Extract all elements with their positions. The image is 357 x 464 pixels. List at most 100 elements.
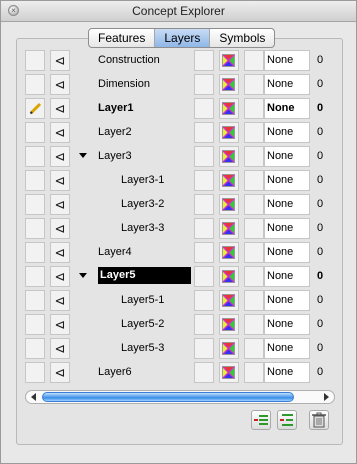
linetype-field[interactable]: None	[264, 218, 310, 239]
color-button[interactable]	[219, 266, 239, 287]
disclosure-triangle-icon[interactable]	[79, 153, 87, 158]
layer-name[interactable]: Layer3-3	[121, 222, 164, 234]
scroll-thumb[interactable]	[42, 392, 294, 402]
layer-name[interactable]: Layer3-2	[121, 198, 164, 210]
current-layer-cell[interactable]	[25, 74, 45, 95]
current-layer-cell[interactable]	[25, 218, 45, 239]
layer-name[interactable]: Layer5-1	[121, 294, 164, 306]
visibility-toggle[interactable]: ⊲	[50, 50, 70, 71]
color-button[interactable]	[219, 194, 239, 215]
current-layer-cell[interactable]	[25, 146, 45, 167]
color-button[interactable]	[219, 314, 239, 335]
linetype-field[interactable]: None	[264, 50, 310, 71]
layer-name[interactable]: Layer1	[98, 102, 133, 114]
color-button[interactable]	[219, 74, 239, 95]
lock-toggle[interactable]	[194, 266, 214, 287]
lock-toggle[interactable]	[194, 314, 214, 335]
lock-toggle[interactable]	[194, 242, 214, 263]
lock-toggle[interactable]	[194, 218, 214, 239]
lock-toggle[interactable]	[194, 50, 214, 71]
layer-name[interactable]: Layer2	[98, 126, 132, 138]
add-sublayer-button[interactable]	[277, 410, 297, 430]
visibility-toggle[interactable]: ⊲	[50, 338, 70, 359]
visibility-toggle[interactable]: ⊲	[50, 266, 70, 287]
color-button[interactable]	[219, 338, 239, 359]
linetype-field[interactable]: None	[264, 314, 310, 335]
linetype-field[interactable]: None	[264, 170, 310, 191]
print-toggle[interactable]	[244, 50, 264, 71]
layer-name[interactable]: Construction	[98, 54, 160, 66]
linetype-field[interactable]: None	[264, 194, 310, 215]
lock-toggle[interactable]	[194, 194, 214, 215]
linetype-field[interactable]: None	[264, 242, 310, 263]
current-layer-cell[interactable]	[25, 314, 45, 335]
color-button[interactable]	[219, 290, 239, 311]
color-button[interactable]	[219, 170, 239, 191]
color-button[interactable]	[219, 218, 239, 239]
print-toggle[interactable]	[244, 362, 264, 383]
visibility-toggle[interactable]: ⊲	[50, 290, 70, 311]
visibility-toggle[interactable]: ⊲	[50, 194, 70, 215]
print-toggle[interactable]	[244, 218, 264, 239]
visibility-toggle[interactable]: ⊲	[50, 362, 70, 383]
color-button[interactable]	[219, 242, 239, 263]
layer-name[interactable]: Layer3	[98, 150, 132, 162]
linetype-field[interactable]: None	[264, 290, 310, 311]
print-toggle[interactable]	[244, 74, 264, 95]
lock-toggle[interactable]	[194, 170, 214, 191]
current-layer-cell[interactable]	[25, 194, 45, 215]
visibility-toggle[interactable]: ⊲	[50, 170, 70, 191]
delete-layer-button[interactable]	[309, 410, 329, 430]
layer-name[interactable]: Layer5	[98, 267, 191, 284]
print-toggle[interactable]	[244, 290, 264, 311]
lock-toggle[interactable]	[194, 74, 214, 95]
print-toggle[interactable]	[244, 122, 264, 143]
current-layer-cell[interactable]	[25, 50, 45, 71]
visibility-toggle[interactable]: ⊲	[50, 146, 70, 167]
layer-name[interactable]: Layer5-2	[121, 318, 164, 330]
tab-features[interactable]: Features	[89, 29, 156, 47]
lock-toggle[interactable]	[194, 338, 214, 359]
print-toggle[interactable]	[244, 242, 264, 263]
color-button[interactable]	[219, 122, 239, 143]
layer-name[interactable]: Layer4	[98, 246, 132, 258]
visibility-toggle[interactable]: ⊲	[50, 314, 70, 335]
color-button[interactable]	[219, 50, 239, 71]
current-layer-cell[interactable]	[25, 290, 45, 311]
horizontal-scrollbar[interactable]	[25, 390, 335, 404]
print-toggle[interactable]	[244, 98, 264, 119]
current-layer-cell[interactable]	[25, 170, 45, 191]
linetype-field[interactable]: None	[264, 146, 310, 167]
current-layer-cell[interactable]	[25, 242, 45, 263]
linetype-field[interactable]: None	[264, 98, 310, 119]
visibility-toggle[interactable]: ⊲	[50, 98, 70, 119]
color-button[interactable]	[219, 362, 239, 383]
scroll-left-arrow-icon[interactable]	[31, 393, 36, 401]
linetype-field[interactable]: None	[264, 338, 310, 359]
color-button[interactable]	[219, 98, 239, 119]
disclosure-triangle-icon[interactable]	[79, 273, 87, 278]
add-layer-button[interactable]	[251, 410, 271, 430]
print-toggle[interactable]	[244, 170, 264, 191]
linetype-field[interactable]: None	[264, 362, 310, 383]
current-layer-cell[interactable]	[25, 122, 45, 143]
linetype-field[interactable]: None	[264, 266, 310, 287]
print-toggle[interactable]	[244, 338, 264, 359]
lock-toggle[interactable]	[194, 98, 214, 119]
layer-name[interactable]: Layer6	[98, 366, 132, 378]
tab-layers[interactable]: Layers	[155, 29, 211, 47]
print-toggle[interactable]	[244, 194, 264, 215]
visibility-toggle[interactable]: ⊲	[50, 242, 70, 263]
visibility-toggle[interactable]: ⊲	[50, 74, 70, 95]
visibility-toggle[interactable]: ⊲	[50, 218, 70, 239]
lock-toggle[interactable]	[194, 122, 214, 143]
lock-toggle[interactable]	[194, 362, 214, 383]
tab-symbols[interactable]: Symbols	[210, 29, 274, 47]
linetype-field[interactable]: None	[264, 122, 310, 143]
color-button[interactable]	[219, 146, 239, 167]
layer-name[interactable]: Layer3-1	[121, 174, 164, 186]
current-layer-cell[interactable]	[25, 338, 45, 359]
linetype-field[interactable]: None	[264, 74, 310, 95]
print-toggle[interactable]	[244, 266, 264, 287]
layer-name[interactable]: Layer5-3	[121, 342, 164, 354]
